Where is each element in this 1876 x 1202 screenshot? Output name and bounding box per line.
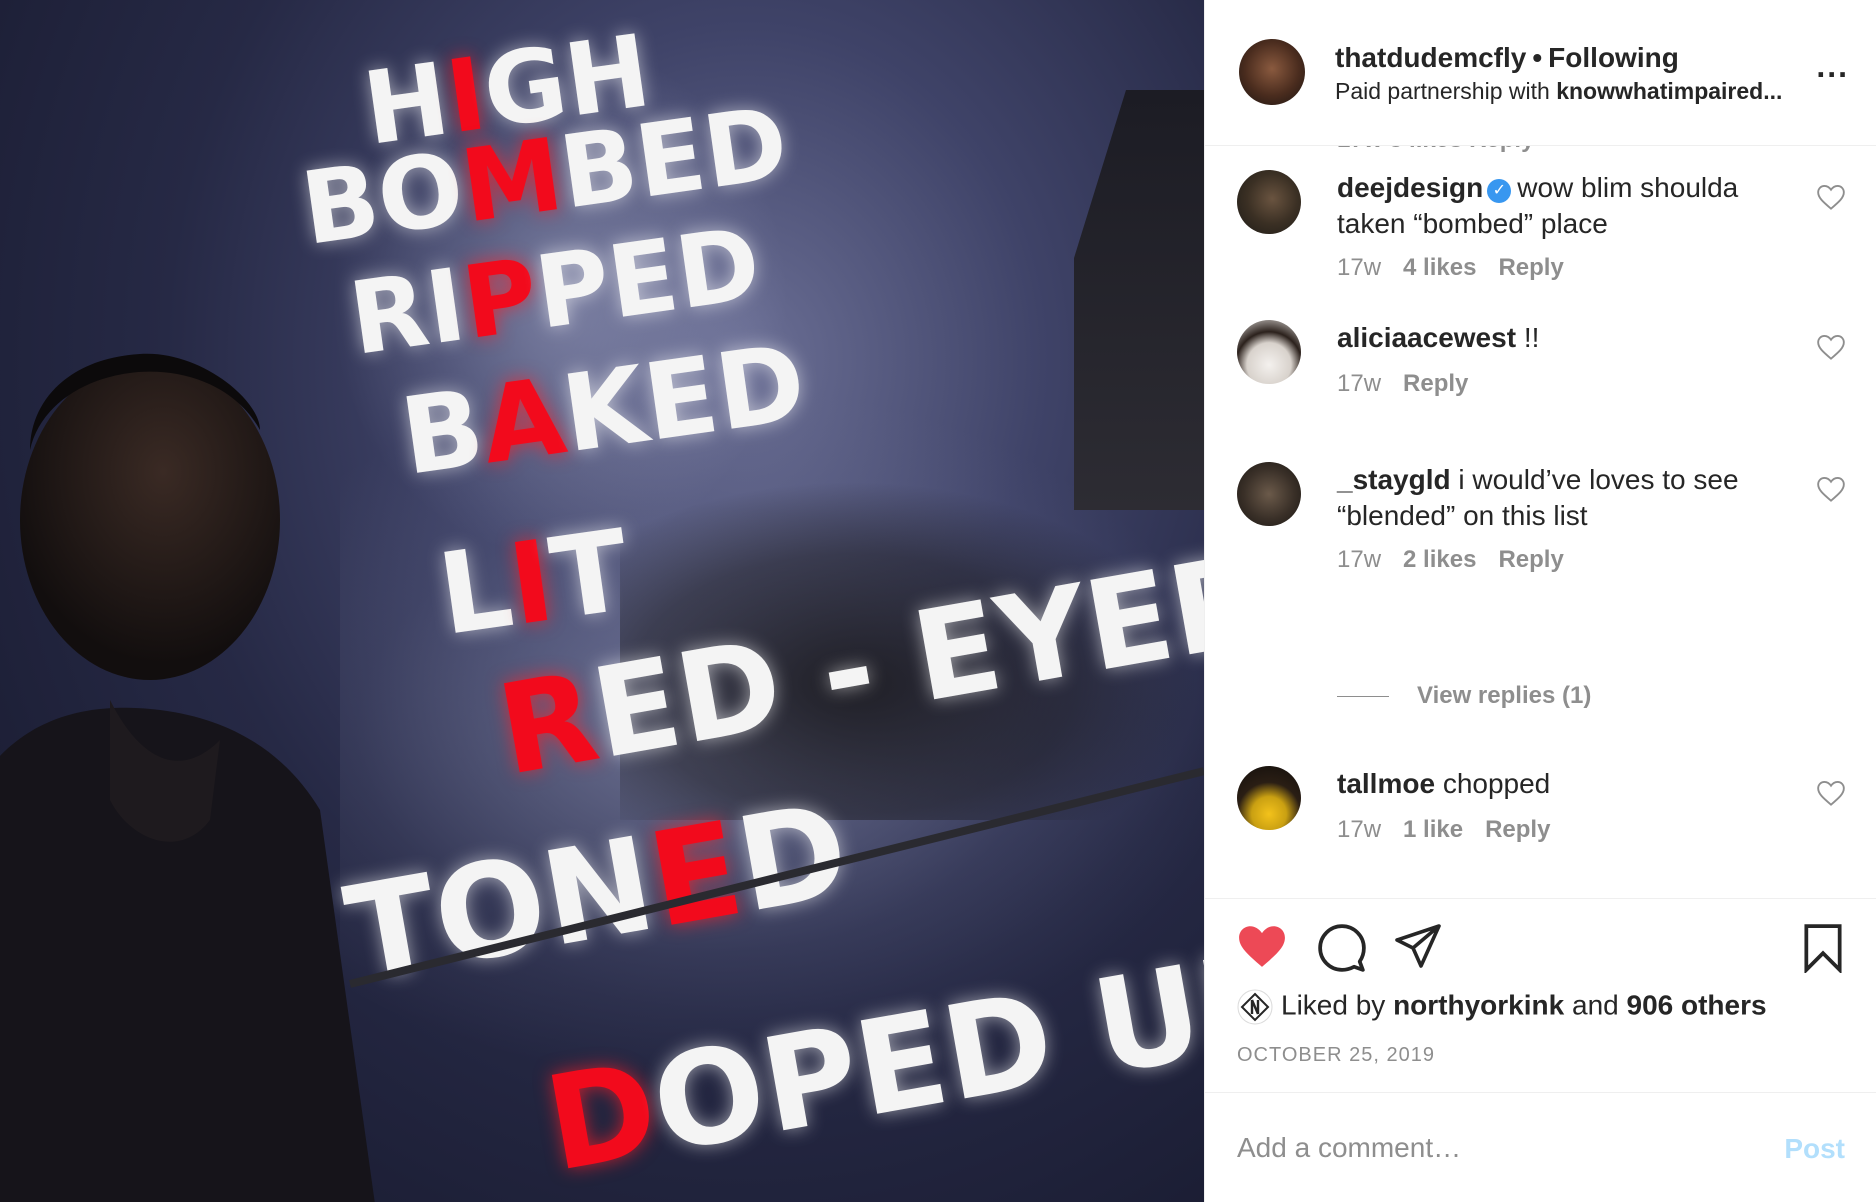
comment-body: !! [1523,322,1540,353]
comment-reply-button[interactable]: Reply [1498,254,1563,281]
comment-text: _staygld i would’ve loves to see “blende… [1337,462,1777,534]
bookmark-icon[interactable] [1801,923,1845,973]
author-username[interactable]: thatdudemcfly [1335,42,1526,73]
post-header: thatdudemcfly • Following Paid partnership… [1205,0,1876,146]
comment-meta: 17w Reply [1337,370,1490,398]
comment-like-heart-icon[interactable] [1817,334,1845,360]
comment-avatar[interactable] [1237,170,1301,234]
likes-prefix: Liked by [1281,989,1386,1021]
comment-meta: 17w 2 likes Reply [1337,546,1586,574]
more-options-icon[interactable]: ... [1816,50,1849,82]
partner-link[interactable]: knowwhatimpaired... [1556,78,1782,104]
comment-text: tallmoe chopped [1337,766,1777,802]
comment-username[interactable]: deejdesign [1337,172,1483,203]
liked-heart-icon[interactable] [1237,923,1287,969]
view-replies-label: View replies (1) [1417,682,1592,709]
post-side-panel: thatdudemcfly • Following Paid partnership… [1204,0,1876,1202]
comment-username[interactable]: _staygld [1337,464,1451,495]
post-photo[interactable]: HIGH BOMBED RIPPED BAKED LIT RED - EYED … [0,0,1204,1202]
comment-likes[interactable]: 1 like [1403,816,1463,843]
liker-avatar-icon[interactable] [1237,989,1273,1025]
photo-building [1074,90,1204,510]
author-avatar[interactable] [1239,39,1305,105]
comment-icon[interactable] [1317,923,1367,973]
share-icon[interactable] [1393,923,1443,971]
paid-partnership: Paid partnership with knowwhatimpaired..… [1335,78,1782,105]
comment-text: deejdesign ✓ wow blim shoulda taken “bombe… [1337,170,1777,242]
comment-age: 17w [1337,254,1382,281]
comment-username[interactable]: aliciaacewest [1337,322,1516,353]
comment-age: 17w [1337,546,1382,573]
author-line: thatdudemcfly • Following [1335,42,1679,74]
comment-age: 17w [1337,816,1382,843]
comment-meta: 17w 1 like Reply [1337,816,1572,844]
comment-likes[interactable]: 4 likes [1403,254,1476,281]
comment-like-heart-icon[interactable] [1817,780,1845,806]
comment-avatar[interactable] [1237,766,1301,830]
likes-middle: and [1572,989,1619,1021]
photo-person [0,353,375,1202]
add-comment-bar: Post [1205,1092,1876,1202]
sign-row-lit: LIT [431,505,637,661]
comment-avatar[interactable] [1237,462,1301,526]
comment-body: chopped [1442,768,1551,799]
comment-meta: 17w 4 likes Reply [1337,254,1586,282]
comment-avatar[interactable] [1237,320,1301,384]
comment-reply-button[interactable]: Reply [1403,370,1468,397]
comment-username[interactable]: tallmoe [1337,768,1435,799]
comments-list[interactable]: 17w 3 likes Reply deejdesign✓wow blim sh… [1205,146,1876,898]
post-comment-button[interactable]: Post [1784,1133,1845,1165]
clipped-comment-meta: 17w 3 likes Reply [1337,146,1534,154]
comment-text: aliciaacewest !! [1337,320,1777,356]
comment-reply-button[interactable]: Reply [1485,816,1550,843]
following-button[interactable]: Following [1548,42,1679,73]
comment-likes[interactable]: 2 likes [1403,546,1476,573]
comment-like-heart-icon[interactable] [1817,184,1845,210]
view-replies-button[interactable]: View replies (1) [1337,682,1591,710]
partnership-prefix: Paid partnership with [1335,78,1550,104]
add-comment-input[interactable] [1237,1123,1737,1173]
header-separator: • [1532,42,1543,73]
likes-summary: Liked by northyorkink and 906 others [1237,989,1767,1025]
comment-reply-button[interactable]: Reply [1498,546,1563,573]
comment-like-heart-icon[interactable] [1817,476,1845,502]
post-date[interactable]: OCTOBER 25, 2019 [1237,1044,1435,1067]
verified-badge-icon: ✓ [1487,179,1512,203]
view-replies-line [1337,696,1389,698]
comment-age: 17w [1337,370,1382,397]
likes-user-link[interactable]: northyorkink [1393,989,1564,1020]
likes-others-link[interactable]: 906 others [1627,989,1767,1020]
